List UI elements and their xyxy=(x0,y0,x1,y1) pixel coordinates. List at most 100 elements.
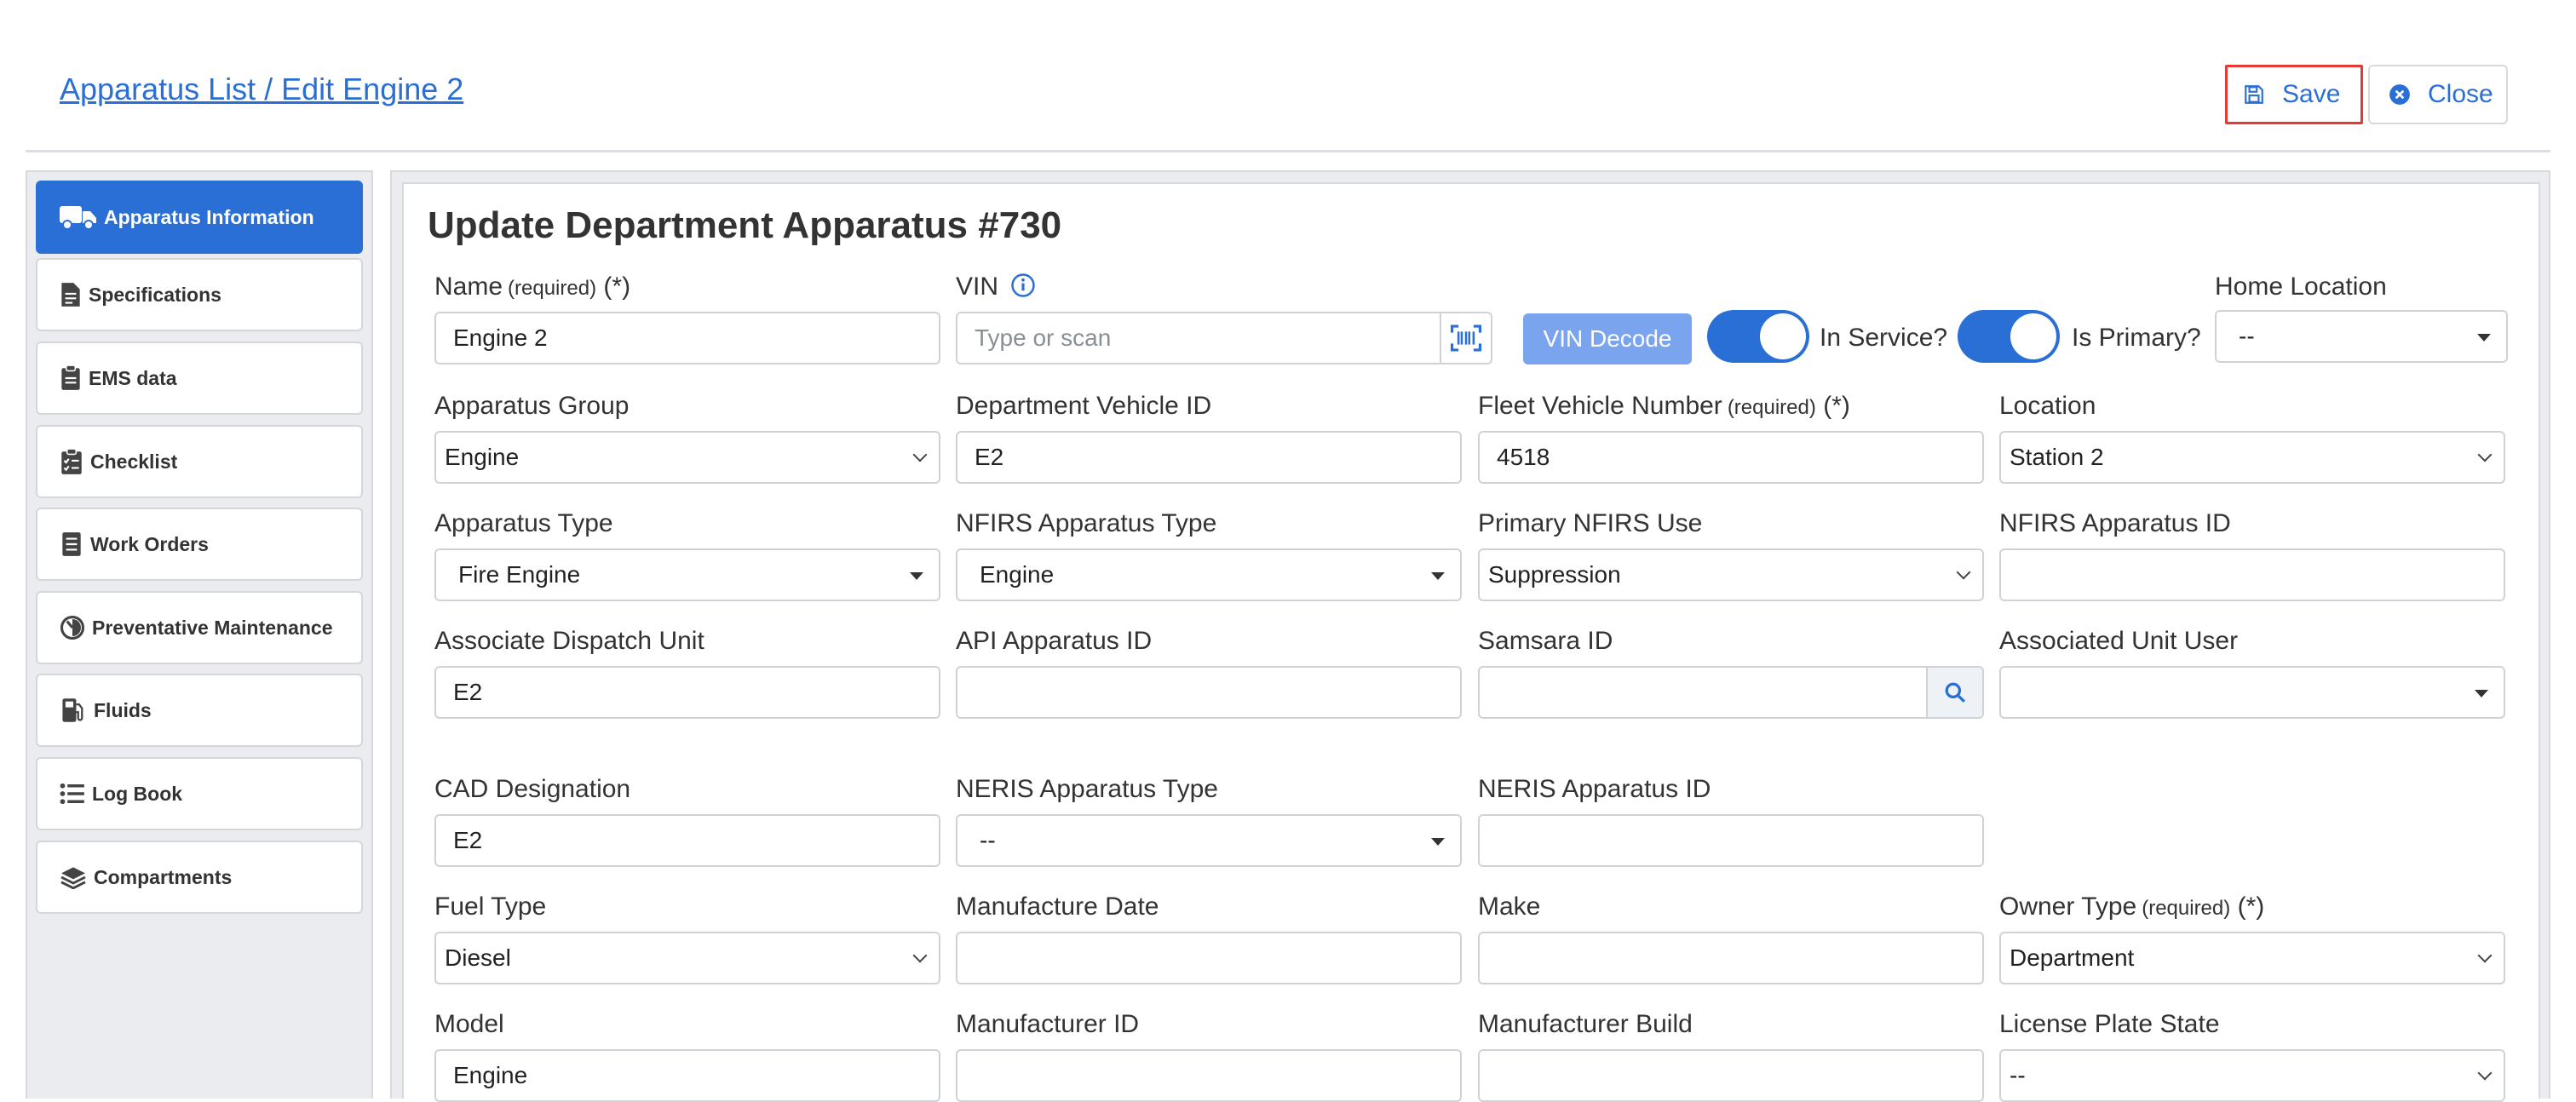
sidebar-item-ems-data[interactable]: EMS data xyxy=(36,342,363,415)
sidebar-item-apparatus-information[interactable]: Apparatus Information xyxy=(36,181,363,254)
save-label: Save xyxy=(2282,80,2341,108)
name-label: Name (required) (*) xyxy=(434,273,631,301)
sidebar-item-log-book[interactable]: Log Book xyxy=(36,757,363,830)
manufacture-date-label: Manufacture Date xyxy=(956,893,1159,921)
is-primary-toggle[interactable] xyxy=(1958,310,2060,363)
scan-barcode-button[interactable] xyxy=(1440,312,1492,364)
primary-nfirs-use-select[interactable]: Suppression xyxy=(1478,548,1984,601)
document-icon xyxy=(61,283,80,307)
list-doc-icon xyxy=(62,532,81,556)
in-service-toggle[interactable] xyxy=(1707,310,1809,363)
sidebar-item-fluids[interactable]: Fluids xyxy=(36,674,363,747)
make-label: Make xyxy=(1478,893,1541,921)
vin-label: VIN xyxy=(956,273,1036,301)
name-field[interactable]: Engine 2 xyxy=(434,312,940,364)
sidebar-item-compartments[interactable]: Compartments xyxy=(36,841,363,914)
sidebar-item-label: Compartments xyxy=(94,865,233,888)
location-select[interactable]: Station 2 xyxy=(1999,431,2505,484)
clipboard-icon xyxy=(61,364,80,390)
breadcrumb[interactable]: Apparatus List / Edit Engine 2 xyxy=(60,72,463,107)
search-icon xyxy=(1945,682,1965,703)
sidebar-item-label: Log Book xyxy=(92,782,183,805)
vin-decode-button[interactable]: VIN Decode xyxy=(1523,313,1692,364)
apparatus-type-select[interactable]: Fire Engine xyxy=(434,548,940,601)
sidebar-item-label: Work Orders xyxy=(90,532,209,555)
api-apparatus-id-field[interactable] xyxy=(956,666,1462,719)
nfirs-apparatus-type-label: NFIRS Apparatus Type xyxy=(956,509,1217,537)
nfirs-apparatus-id-field[interactable] xyxy=(1999,548,2505,601)
save-button[interactable]: Save xyxy=(2225,65,2363,124)
barcode-scan-icon xyxy=(1450,324,1482,352)
apparatus-group-select[interactable]: Engine xyxy=(434,431,940,484)
toggle-knob xyxy=(2010,313,2056,359)
neris-apparatus-type-label: NERIS Apparatus Type xyxy=(956,775,1218,803)
sidebar-item-label: Specifications xyxy=(89,283,221,306)
apparatus-type-label: Apparatus Type xyxy=(434,509,613,537)
samsara-id-label: Samsara ID xyxy=(1478,627,1613,655)
cad-designation-field[interactable]: E2 xyxy=(434,814,940,867)
make-field[interactable] xyxy=(1478,932,1984,984)
model-label: Model xyxy=(434,1010,504,1038)
toggle-knob xyxy=(1760,313,1806,359)
gauge-icon xyxy=(60,615,85,640)
dept-vehicle-id-field[interactable]: E2 xyxy=(956,431,1462,484)
sidebar-item-work-orders[interactable]: Work Orders xyxy=(36,508,363,581)
sidebar-item-specifications[interactable]: Specifications xyxy=(36,258,363,331)
associate-dispatch-unit-field[interactable]: E2 xyxy=(434,666,940,719)
neris-apparatus-id-label: NERIS Apparatus ID xyxy=(1478,775,1711,803)
neris-apparatus-id-field[interactable] xyxy=(1478,814,1984,867)
manufacture-date-field[interactable] xyxy=(956,932,1462,984)
fuel-type-select[interactable]: Diesel xyxy=(434,932,940,984)
save-icon xyxy=(2245,85,2263,104)
close-circle-icon xyxy=(2389,84,2410,105)
apparatus-group-label: Apparatus Group xyxy=(434,392,630,420)
close-button[interactable]: Close xyxy=(2368,65,2508,124)
is-primary-label: Is Primary? xyxy=(2072,324,2201,352)
associated-unit-user-label: Associated Unit User xyxy=(1999,627,2239,655)
header-divider xyxy=(26,150,2550,152)
fuel-pump-icon xyxy=(62,698,83,722)
home-location-select[interactable]: -- xyxy=(2215,310,2508,363)
close-label: Close xyxy=(2428,80,2493,108)
in-service-label: In Service? xyxy=(1820,324,1948,352)
cad-designation-label: CAD Designation xyxy=(434,775,631,803)
location-label: Location xyxy=(1999,392,2096,420)
model-field[interactable]: Engine xyxy=(434,1049,940,1102)
manufacturer-build-field[interactable] xyxy=(1478,1049,1984,1102)
fuel-type-label: Fuel Type xyxy=(434,893,547,921)
sidebar-item-checklist[interactable]: Checklist xyxy=(36,425,363,498)
samsara-search-button[interactable] xyxy=(1926,666,1984,719)
sidebar-item-label: Fluids xyxy=(94,698,152,721)
dept-vehicle-id-label: Department Vehicle ID xyxy=(956,392,1212,420)
manufacturer-build-label: Manufacturer Build xyxy=(1478,1010,1693,1038)
layers-icon xyxy=(60,867,86,889)
sidebar-item-label: Checklist xyxy=(90,450,178,473)
fleet-vehicle-number-field[interactable]: 4518 xyxy=(1478,431,1984,484)
nfirs-apparatus-type-select[interactable]: Engine xyxy=(956,548,1462,601)
vin-input[interactable]: Type or scan xyxy=(956,312,1441,364)
owner-type-select[interactable]: Department xyxy=(1999,932,2505,984)
truck-icon xyxy=(60,206,96,230)
license-plate-state-label: License Plate State xyxy=(1999,1010,2220,1038)
list-icon xyxy=(60,783,84,805)
page-header: Apparatus List / Edit Engine 2 Save Clos… xyxy=(0,0,2576,153)
associate-dispatch-unit-label: Associate Dispatch Unit xyxy=(434,627,704,655)
nfirs-apparatus-id-label: NFIRS Apparatus ID xyxy=(1999,509,2231,537)
sidebar-item-label: Preventative Maintenance xyxy=(92,616,333,639)
fleet-vehicle-number-label: Fleet Vehicle Number (required) (*) xyxy=(1478,392,1850,420)
samsara-id-field[interactable] xyxy=(1478,666,1928,719)
neris-apparatus-type-select[interactable]: -- xyxy=(956,814,1462,867)
info-icon[interactable] xyxy=(1010,273,1036,298)
checklist-icon xyxy=(61,448,82,474)
home-location-label: Home Location xyxy=(2215,273,2387,301)
manufacturer-id-field[interactable] xyxy=(956,1049,1462,1102)
owner-type-label: Owner Type (required) (*) xyxy=(1999,893,2265,921)
manufacturer-id-label: Manufacturer ID xyxy=(956,1010,1140,1038)
license-plate-state-select[interactable]: -- xyxy=(1999,1049,2505,1102)
primary-nfirs-use-label: Primary NFIRS Use xyxy=(1478,509,1703,537)
page-title: Update Department Apparatus #730 xyxy=(428,204,1062,246)
sidebar-item-label: Apparatus Information xyxy=(104,205,314,228)
sidebar-item-preventative-maintenance[interactable]: Preventative Maintenance xyxy=(36,591,363,664)
api-apparatus-id-label: API Apparatus ID xyxy=(956,627,1153,655)
associated-unit-user-select[interactable] xyxy=(1999,666,2505,719)
